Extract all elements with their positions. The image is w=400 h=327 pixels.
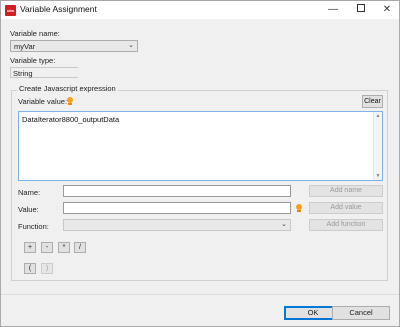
clear-button[interactable]: Clear (362, 95, 383, 108)
lightbulb-icon[interactable] (295, 203, 303, 213)
value-label: Value: (18, 205, 39, 214)
scroll-up-icon[interactable]: ▲ (374, 112, 382, 120)
value-input[interactable] (63, 202, 291, 214)
group-title: Create Javascript expression (17, 84, 118, 93)
vertical-scrollbar[interactable]: ▲ ▼ (373, 112, 382, 180)
variable-name-dropdown[interactable]: myVar ⌄ (10, 40, 138, 52)
chevron-down-icon: ⌄ (281, 221, 287, 228)
add-value-button[interactable]: Add value (309, 202, 383, 214)
name-label: Name: (18, 188, 41, 197)
divide-operator-button[interactable]: / (74, 242, 86, 253)
expression-textarea[interactable]: DataIterator8800_outputData ▲ ▼ (18, 111, 383, 181)
variable-assignment-dialog: ubs Variable Assignment — ✕ Variable nam… (0, 0, 400, 327)
app-logo-icon: ubs (5, 5, 16, 16)
chevron-down-icon: ⌄ (128, 42, 134, 49)
window-title: Variable Assignment (20, 4, 97, 14)
maximize-icon (357, 4, 365, 13)
scroll-down-icon[interactable]: ▼ (374, 172, 382, 180)
minimize-button[interactable]: — (319, 1, 347, 19)
variable-value-label: Variable value: (18, 97, 68, 106)
maximize-button[interactable] (347, 1, 375, 19)
plus-operator-button[interactable]: + (24, 242, 36, 253)
minus-operator-button[interactable]: - (41, 242, 53, 253)
name-input[interactable] (63, 185, 291, 197)
function-dropdown[interactable]: ⌄ (63, 219, 291, 231)
variable-name-value: myVar (14, 42, 36, 51)
close-button[interactable]: ✕ (373, 1, 400, 19)
add-name-button[interactable]: Add name (309, 185, 383, 197)
variable-name-label: Variable name: (10, 29, 60, 38)
variable-type-label: Variable type: (10, 56, 56, 65)
multiply-operator-button[interactable]: * (58, 242, 70, 253)
title-bar[interactable]: ubs Variable Assignment — ✕ (1, 1, 399, 19)
open-bracket-button[interactable]: ( (24, 263, 36, 274)
expression-text: DataIterator8800_outputData (22, 115, 120, 124)
lightbulb-icon[interactable] (66, 96, 74, 106)
cancel-button[interactable]: Cancel (332, 306, 390, 320)
function-label: Function: (18, 222, 49, 231)
add-function-button[interactable]: Add function (309, 219, 383, 231)
close-bracket-button[interactable]: ) (41, 263, 53, 274)
variable-type-value: String (13, 69, 33, 78)
footer-divider (1, 294, 399, 295)
variable-type-field: String (10, 67, 78, 78)
